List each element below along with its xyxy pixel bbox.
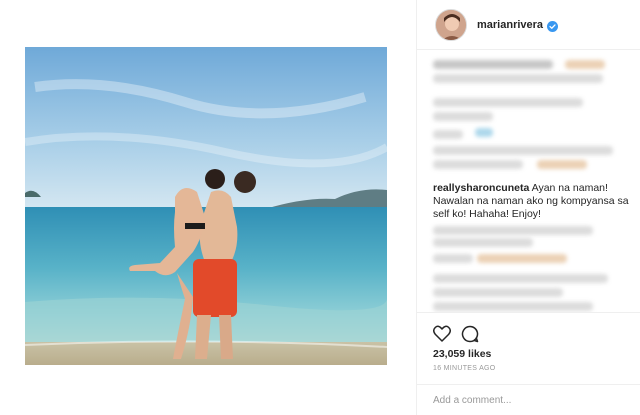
blurred-comment bbox=[433, 98, 583, 107]
beach-photo bbox=[25, 47, 387, 365]
blurred-comment bbox=[475, 128, 493, 137]
post-timestamp[interactable]: 16 MINUTES AGO bbox=[433, 365, 496, 372]
post-sidebar: marianrivera reallysharoncuneta Ayan na … bbox=[416, 0, 640, 415]
blurred-comment bbox=[433, 112, 493, 121]
heart-icon[interactable] bbox=[433, 325, 451, 342]
post-header: marianrivera bbox=[417, 0, 640, 50]
blurred-comment bbox=[433, 74, 603, 83]
username-link[interactable]: marianrivera bbox=[477, 19, 543, 31]
blurred-comment bbox=[433, 238, 533, 247]
post-photo[interactable] bbox=[25, 47, 387, 365]
blurred-comment bbox=[537, 160, 587, 169]
blurred-comment bbox=[433, 146, 613, 155]
add-comment-bar bbox=[417, 384, 640, 415]
blurred-comment bbox=[565, 60, 605, 69]
comment-input[interactable] bbox=[433, 394, 613, 406]
verified-badge-icon bbox=[547, 19, 559, 32]
blurred-comment bbox=[433, 226, 593, 235]
comment-item: reallysharoncuneta Ayan na naman! Nawala… bbox=[433, 182, 629, 221]
post-modal: marianrivera reallysharoncuneta Ayan na … bbox=[0, 0, 640, 415]
blurred-comment bbox=[477, 254, 567, 263]
comment-list: reallysharoncuneta Ayan na naman! Nawala… bbox=[417, 50, 640, 312]
blurred-comment bbox=[433, 254, 473, 263]
blurred-comment bbox=[433, 130, 463, 139]
comment-author-link[interactable]: reallysharoncuneta bbox=[433, 182, 529, 194]
comment-bubble-icon[interactable] bbox=[461, 325, 479, 343]
action-bar bbox=[417, 312, 640, 352]
blurred-comment bbox=[433, 288, 563, 297]
blurred-comment bbox=[433, 160, 523, 169]
blurred-comment bbox=[433, 274, 608, 283]
media-pane bbox=[0, 0, 416, 415]
like-count[interactable]: 23,059 likes bbox=[433, 348, 491, 360]
blurred-comment bbox=[433, 302, 593, 311]
avatar-image bbox=[436, 9, 466, 40]
avatar[interactable] bbox=[435, 8, 467, 41]
blurred-comment bbox=[433, 60, 553, 69]
